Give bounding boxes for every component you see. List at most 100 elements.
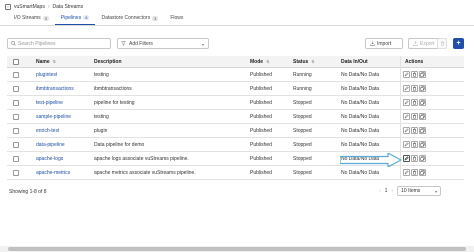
edit-pipeline-button[interactable] [403,113,410,120]
row-checkbox[interactable] [13,85,19,92]
row-checkbox[interactable] [13,169,19,176]
search-input[interactable] [18,40,108,47]
edit-pipeline-button[interactable] [403,155,410,162]
export-icon [413,41,418,46]
row-checkbox[interactable] [13,127,19,134]
chevron-left-icon[interactable]: ‹ [379,188,381,194]
pagination-summary: Showing 1-8 of 8 [9,189,47,195]
edit-pipeline-button[interactable] [403,169,410,176]
column-header-data-in-out: Data In/Out [341,58,368,65]
delete-pipeline-button[interactable] [411,99,418,106]
row-checkbox[interactable] [13,71,19,78]
scrollbar-thumb[interactable] [8,247,466,251]
pipeline-data-in-out: No Data/No Data [341,113,380,120]
table-row[interactable]: apache-metrics apache metrics associate … [7,166,464,180]
add-pipeline-button[interactable]: + [453,38,464,49]
edit-pipeline-button[interactable] [403,99,410,106]
table-row[interactable]: sample-pipeline testing Published Stoppe… [7,110,464,124]
filter-icon [121,41,126,46]
pipeline-name-link[interactable]: enrich-test [36,128,59,134]
copy-pipeline-button[interactable] [419,141,426,148]
copy-pipeline-button[interactable] [419,99,426,106]
pipeline-name-link[interactable]: ibmbtransactions [36,86,74,92]
search-icon [11,41,16,46]
column-header-mode[interactable]: Mode [250,59,263,65]
pipeline-name-link[interactable]: test-pipeline [36,100,63,106]
pipeline-name-link[interactable]: sample-pipeline [36,114,71,120]
copy-pipeline-button[interactable] [419,113,426,120]
tab-datastore-connectors[interactable]: Datastore Connectors 3 [95,14,164,25]
back-icon[interactable]: ‹ [5,3,11,10]
copy-pipeline-button[interactable] [419,169,426,176]
page-number[interactable]: 1 [385,188,388,194]
delete-pipeline-button[interactable] [411,155,418,162]
tab-flows[interactable]: Flows [164,14,189,25]
trash-icon [413,86,416,91]
pipeline-description: pipeline for testing [94,99,135,106]
toolbar: Add Filters ▾ Import Export + [7,38,464,50]
trash-icon [413,170,416,175]
pipeline-name-link[interactable]: apache-metrics [36,170,70,176]
copy-icon [420,170,425,175]
select-all-checkbox[interactable] [13,58,19,65]
copy-pipeline-button[interactable] [419,127,426,134]
search-box [7,38,111,49]
sort-icon[interactable]: ⇅ [53,59,56,64]
horizontal-scrollbar[interactable] [0,246,474,252]
delete-pipeline-button[interactable] [411,113,418,120]
table-row[interactable]: plugintest testing Published Running No … [7,68,464,82]
pipeline-status: Running [293,71,312,78]
pencil-icon [404,114,409,119]
import-button[interactable]: Import [365,38,403,49]
tab-pipelines[interactable]: Pipelines 8 [54,14,96,25]
pipeline-status: Stopped [293,169,312,176]
edit-pipeline-button[interactable] [403,85,410,92]
sort-icon[interactable]: ⇅ [311,59,314,64]
pipeline-mode: Published [250,99,272,106]
pipeline-mode: Published [250,85,272,92]
copy-pipeline-button[interactable] [419,71,426,78]
filter-label: Add Filters [129,40,153,47]
edit-pipeline-button[interactable] [403,141,410,148]
row-checkbox[interactable] [13,113,19,120]
row-checkbox[interactable] [13,99,19,106]
pipeline-name-link[interactable]: data-pipeline [36,142,65,148]
pipeline-description: testing [94,113,109,120]
edit-pipeline-button[interactable] [403,71,410,78]
table-row[interactable]: ibmbtransactions ibmbtransactions Publis… [7,82,464,96]
pipeline-status: Running [293,85,312,92]
pipeline-name-link[interactable]: apache-logs [36,156,63,162]
column-header-name[interactable]: Name [36,59,50,65]
table-row[interactable]: data-pipeline Data pipeline for demo Pub… [7,138,464,152]
delete-pipeline-button[interactable] [411,127,418,134]
tab-io-streams[interactable]: I/O Streams 3 [8,14,55,25]
table-row[interactable]: enrich-test plugin Published Stopped No … [7,124,464,138]
pipeline-data-in-out: No Data/No Data [341,127,380,134]
delete-selected-button[interactable] [437,38,447,49]
row-checkbox[interactable] [13,155,19,162]
edit-pipeline-button[interactable] [403,127,410,134]
pencil-icon [404,100,409,105]
delete-pipeline-button[interactable] [411,71,418,78]
sort-icon[interactable]: ⇅ [266,59,269,64]
page-size-select[interactable]: 10 Items ▾ [397,186,442,196]
copy-icon [420,142,425,147]
pipeline-name-link[interactable]: plugintest [36,72,57,78]
trash-icon [413,156,416,161]
copy-icon [420,72,425,77]
pipeline-data-in-out: No Data/No Data [341,169,380,176]
pencil-icon [404,170,409,175]
copy-pipeline-button[interactable] [419,85,426,92]
column-header-status[interactable]: Status [293,59,308,65]
row-checkbox[interactable] [13,141,19,148]
pencil-icon [404,156,409,161]
tab-count-badge: 8 [83,15,90,20]
add-filters-dropdown[interactable]: Add Filters ▾ [117,38,209,49]
delete-pipeline-button[interactable] [411,169,418,176]
delete-pipeline-button[interactable] [411,141,418,148]
pipeline-status: Stopped [293,113,312,120]
chevron-right-icon[interactable]: › [391,188,393,194]
copy-pipeline-button[interactable] [419,155,426,162]
table-row[interactable]: test-pipeline pipeline for testing Publi… [7,96,464,110]
delete-pipeline-button[interactable] [411,85,418,92]
